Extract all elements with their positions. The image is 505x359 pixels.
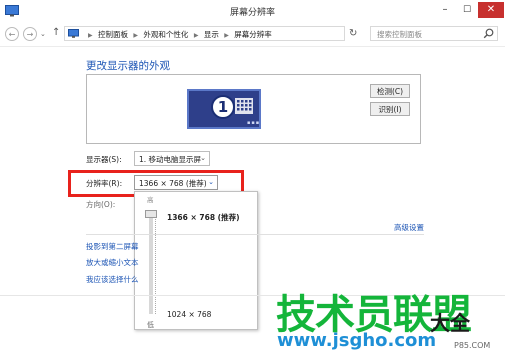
orientation-label: 方向(O): [86,200,116,209]
search-placeholder: 搜索控制面板 [377,30,422,39]
title-bar: 屏幕分辨率 – ☐ ✕ [0,0,505,23]
watermark-url: www.jsgho.com [277,330,437,351]
minimize-button[interactable]: – [434,2,456,18]
recent-locations-chevron-icon[interactable]: ⌄ [40,30,46,38]
breadcrumb-item-display[interactable]: 显示 [204,30,219,39]
advanced-settings-link[interactable]: 高级设置 [394,222,424,233]
slider-thumb[interactable] [145,210,157,218]
slider-high-label: 高 [147,196,154,204]
display-select[interactable]: 1. 移动电脑显示屏 ⌄ [134,151,210,166]
display-select-value: 1. 移动电脑显示屏 [139,155,202,164]
breadcrumb-separator-icon: ▶ [224,32,229,39]
page-title: 更改显示器的外观 [86,60,170,72]
address-bar[interactable]: ▶ 控制面板 ▶ 外观和个性化 ▶ 显示 ▶ 屏幕分辨率 ⌄ [64,26,400,42]
search-input[interactable]: 搜索控制面板 [370,26,498,41]
breadcrumb: ▶ 控制面板 ▶ 外观和个性化 ▶ 显示 ▶ 屏幕分辨率 [85,29,272,40]
close-button[interactable]: ✕ [478,2,504,18]
monitor-taskbar-dots: ▪▪▪ [247,120,261,126]
monitor-preview-panel: 1 ▪▪▪ 检测(C) 识别(I) [86,74,421,144]
watermark-footer: P85.COM [454,341,491,350]
breadcrumb-item-control-panel[interactable]: 控制面板 [98,30,128,39]
slider-low-label: 低 [147,321,154,329]
monitor-icon[interactable]: 1 ▪▪▪ [187,89,261,129]
project-second-screen-link[interactable]: 投影到第二屏幕 [86,241,139,252]
slider-option-1024x768[interactable]: 1024 × 768 [167,310,211,319]
window-title: 屏幕分辨率 [229,8,275,18]
breadcrumb-separator-icon: ▶ [88,32,93,39]
breadcrumb-item-appearance[interactable]: 外观和个性化 [143,30,188,39]
which-settings-link[interactable]: 我应该选择什么 [86,274,139,285]
resolution-slider-popup: 高 1366 × 768 (推荐) 1024 × 768 低 [134,191,258,330]
identify-button[interactable]: 识别(I) [370,102,410,116]
control-panel-icon [68,29,79,38]
windows-tiles-icon [235,98,253,114]
up-button[interactable]: ↑ [52,27,60,38]
slider-track[interactable] [149,216,153,314]
breadcrumb-separator-icon: ▶ [133,32,139,39]
detect-button[interactable]: 检测(C) [370,84,410,98]
forward-button[interactable]: → [23,27,37,41]
back-button[interactable]: ← [5,27,19,41]
navigation-bar: ← → ⌄ ↑ ▶ 控制面板 ▶ 外观和个性化 ▶ 显示 ▶ 屏幕分辨率 ⌄ ↻… [0,22,505,47]
display-label: 显示器(S): [86,155,122,164]
maximize-button[interactable]: ☐ [456,2,478,18]
refresh-icon[interactable]: ↻ [349,28,357,39]
enlarge-text-link[interactable]: 放大或缩小文本 [86,257,139,268]
divider [86,234,424,235]
slider-option-1366x768[interactable]: 1366 × 768 (推荐) [167,212,240,223]
search-icon[interactable] [483,28,494,39]
chevron-down-icon: ⌄ [200,154,206,162]
breadcrumb-item-resolution[interactable]: 屏幕分辨率 [234,30,272,39]
breadcrumb-separator-icon: ▶ [193,32,199,39]
monitor-number: 1 [211,95,235,119]
slider-ticks [155,216,158,314]
